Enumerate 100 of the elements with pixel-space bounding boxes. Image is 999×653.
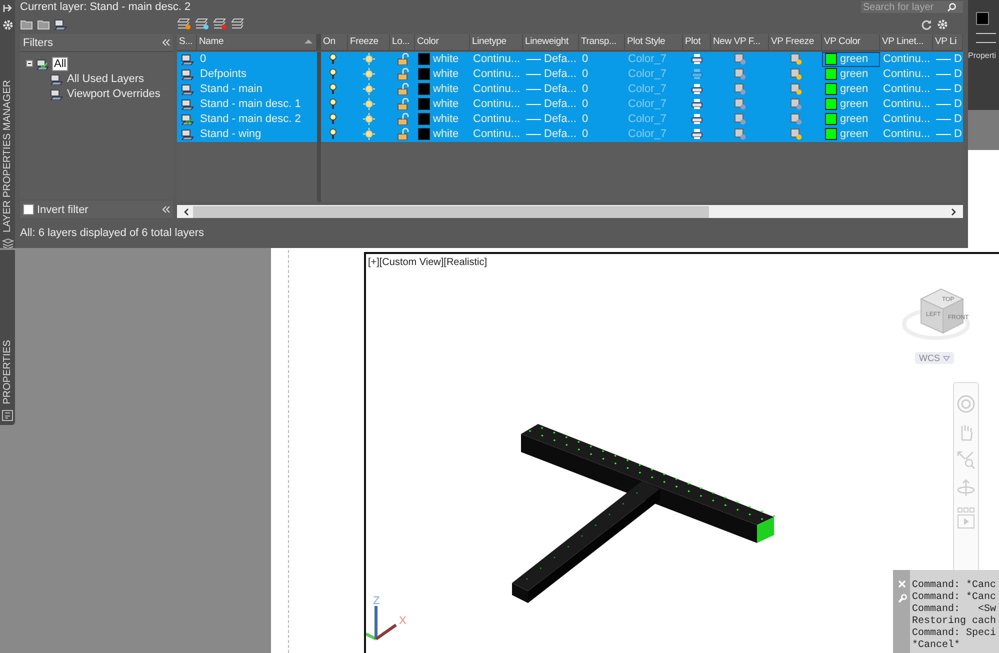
viewport-thawed-icon[interactable]	[790, 68, 802, 80]
sun-icon[interactable]	[363, 53, 375, 66]
column-header[interactable]: Color	[415, 34, 470, 50]
filter-layers-icon[interactable]	[54, 18, 68, 30]
unlocked-icon[interactable]	[396, 83, 408, 96]
viewport-freeze-icon[interactable]	[734, 83, 746, 96]
column-header[interactable]: Lo...	[390, 34, 415, 50]
settings-icon[interactable]	[936, 18, 949, 30]
layer-stack-icon[interactable]	[195, 18, 209, 30]
layer-name[interactable]: Stand - main desc. 1	[197, 96, 317, 112]
column-header[interactable]: Transp...	[579, 34, 625, 50]
printer-icon[interactable]	[691, 83, 703, 96]
linetype-cell[interactable]: Continu...	[470, 66, 523, 82]
column-header[interactable]: Plot Style	[625, 34, 683, 50]
color-swatch[interactable]	[976, 12, 989, 25]
printer-icon[interactable]	[691, 128, 703, 140]
sun-icon[interactable]	[363, 113, 375, 126]
linetype-cell[interactable]: Continu...	[880, 82, 933, 97]
column-header[interactable]: On	[321, 34, 348, 50]
chevron-right-icon[interactable]	[951, 208, 957, 216]
color-swatch[interactable]	[418, 128, 430, 140]
unlocked-icon[interactable]	[396, 98, 408, 110]
scrollbar-thumb[interactable]	[193, 206, 709, 218]
linetype-cell[interactable]: Continu...	[880, 96, 933, 112]
folder-icon[interactable]	[37, 18, 50, 30]
search-field[interactable]: Search for layer	[861, 1, 963, 13]
refresh-icon[interactable]	[921, 18, 932, 30]
color-swatch[interactable]	[418, 113, 430, 126]
filter-tree-item[interactable]: Viewport Overrides	[66, 88, 162, 100]
unlocked-icon[interactable]	[396, 53, 408, 66]
column-header[interactable]: VP Li	[933, 34, 963, 50]
column-header[interactable]: S...	[177, 34, 197, 50]
transparency-cell[interactable]: 0	[579, 52, 625, 67]
transparency-cell[interactable]: 0	[579, 96, 625, 112]
viewport-label[interactable]: [+][Custom View][Realistic]	[368, 257, 488, 268]
viewport-thawed-icon[interactable]	[790, 53, 802, 66]
color-swatch[interactable]	[825, 53, 837, 66]
viewport-thawed-icon[interactable]	[790, 128, 802, 140]
sun-icon[interactable]	[363, 128, 375, 140]
column-header[interactable]: VP Linet...	[880, 34, 933, 50]
color-swatch[interactable]	[825, 113, 837, 126]
folder-icon[interactable]	[20, 18, 33, 30]
viewport-thawed-icon[interactable]	[790, 83, 802, 96]
printer-icon[interactable]	[691, 113, 703, 126]
color-swatch[interactable]	[825, 98, 837, 110]
layer-name[interactable]: Stand - main desc. 2	[197, 112, 317, 127]
layer-status-icon[interactable]	[180, 68, 194, 80]
layer-stack-icon[interactable]	[213, 18, 227, 30]
settings-icon[interactable]	[2, 19, 14, 31]
color-swatch[interactable]	[418, 83, 430, 96]
horizontal-scrollbar[interactable]	[177, 205, 963, 218]
unlocked-icon[interactable]	[396, 68, 408, 80]
invert-filter-checkbox[interactable]	[23, 204, 34, 215]
linetype-cell[interactable]: Continu...	[880, 52, 933, 67]
current-layer-icon[interactable]	[180, 113, 194, 126]
column-header[interactable]: Freeze	[348, 34, 390, 50]
sort-arrow-icon[interactable]	[304, 39, 313, 44]
sun-icon[interactable]	[363, 98, 375, 110]
viewport-freeze-icon[interactable]	[734, 53, 746, 66]
properties-tab[interactable]: PROPERTIES	[0, 250, 15, 425]
linetype-cell[interactable]: Continu...	[880, 112, 933, 127]
layer-stack-icon[interactable]	[177, 18, 191, 30]
color-swatch[interactable]	[418, 68, 430, 80]
viewport-frozen-icon[interactable]	[790, 98, 802, 110]
linetype-cell[interactable]: Continu...	[470, 126, 523, 142]
color-swatch[interactable]	[825, 83, 837, 96]
viewport-freeze-icon[interactable]	[734, 113, 746, 126]
layers-icon[interactable]	[2, 238, 14, 248]
layer-name[interactable]: Defpoints	[197, 66, 317, 82]
layer-name[interactable]: Stand - main	[197, 82, 317, 97]
column-header[interactable]: Lineweight	[523, 34, 579, 50]
linetype-cell[interactable]: Continu...	[880, 66, 933, 82]
linetype-cell[interactable]: Continu...	[470, 52, 523, 67]
viewport-freeze-icon[interactable]	[734, 98, 746, 110]
column-header[interactable]: New VP F...	[711, 34, 769, 50]
transparency-cell[interactable]: 0	[579, 82, 625, 97]
wcs-dropdown[interactable]: WCS	[915, 352, 954, 364]
filter-tree-item[interactable]: All	[52, 56, 68, 70]
linetype-cell[interactable]: Continu...	[880, 126, 933, 142]
layer-name[interactable]: Stand - wing	[197, 126, 317, 142]
viewport-freeze-icon[interactable]	[734, 128, 746, 140]
palette-label[interactable]: Properti	[968, 51, 999, 60]
unlocked-icon[interactable]	[396, 113, 408, 126]
layer-name[interactable]: 0	[197, 52, 317, 67]
collapse-icon[interactable]	[162, 206, 170, 213]
viewport-freeze-icon[interactable]	[734, 68, 746, 80]
layer-status-icon[interactable]	[180, 83, 194, 96]
linetype-cell[interactable]: Continu...	[470, 82, 523, 97]
color-swatch[interactable]	[825, 128, 837, 140]
layer-stack-icon[interactable]	[231, 18, 245, 30]
linetype-cell[interactable]: Continu...	[470, 96, 523, 112]
chevron-left-icon[interactable]	[183, 208, 189, 216]
filter-tree-item[interactable]: All Used Layers	[66, 72, 146, 84]
search-icon[interactable]	[947, 2, 956, 12]
color-swatch[interactable]	[825, 68, 837, 80]
column-header[interactable]: Linetype	[470, 34, 523, 50]
layer-status-icon[interactable]	[180, 53, 194, 66]
collapse-icon[interactable]	[162, 39, 170, 46]
column-header[interactable]: VP Freeze	[769, 34, 822, 50]
layer-status-icon[interactable]	[180, 128, 194, 140]
